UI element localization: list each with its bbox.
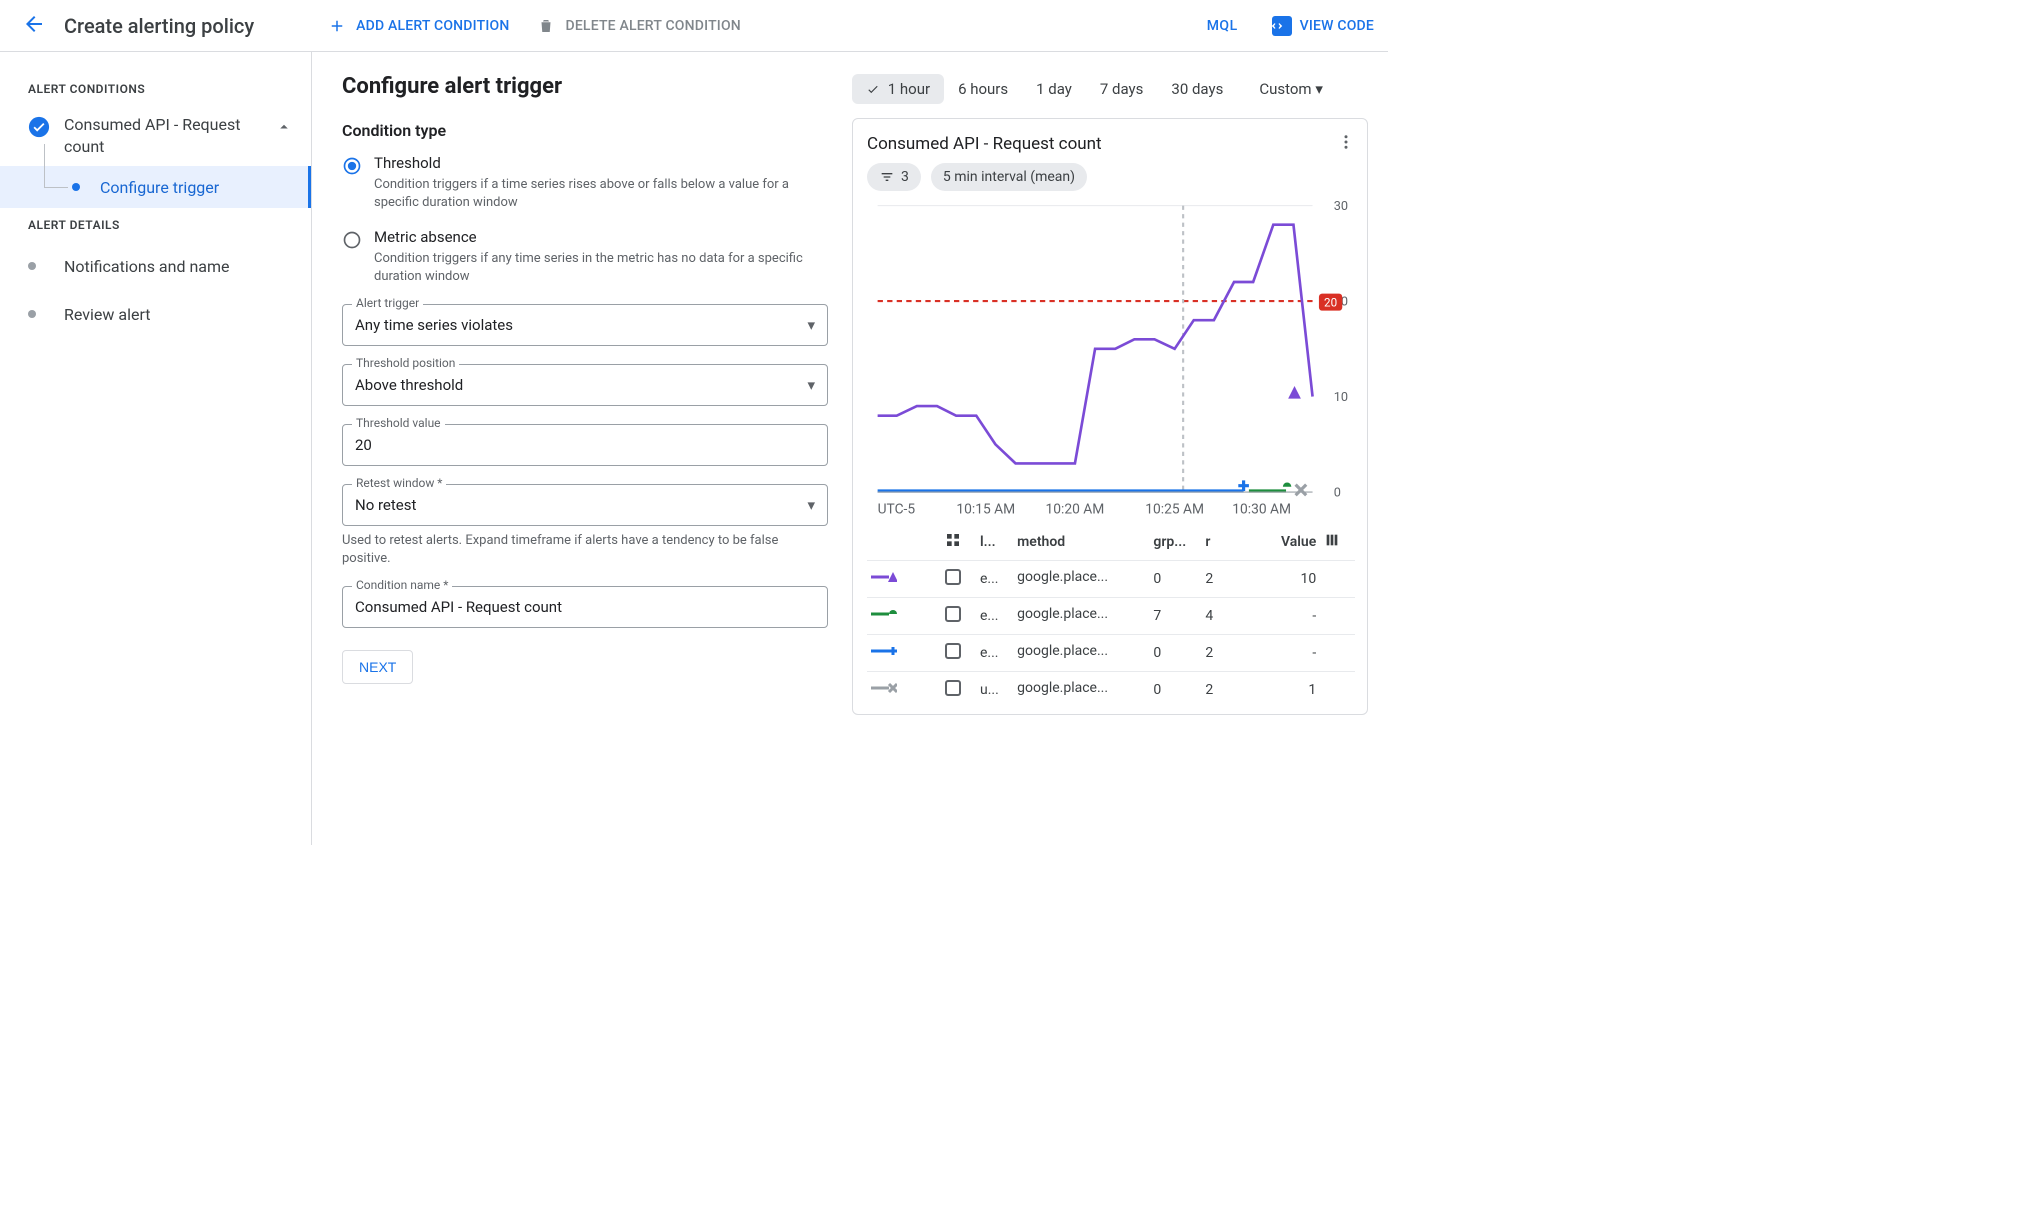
chart-panel: Consumed API - Request count 3 5 min int…	[852, 118, 1368, 715]
sidebar-item-review-alert[interactable]: Review alert	[0, 290, 311, 338]
add-alert-condition-button[interactable]: ADD ALERT CONDITION	[314, 9, 523, 43]
svg-text:10:25 AM: 10:25 AM	[1145, 501, 1204, 517]
series-table: l... method grp... r Value e...google.pl…	[867, 524, 1355, 708]
range-6-hours[interactable]: 6 hours	[944, 74, 1022, 104]
form-heading: Configure alert trigger	[342, 74, 828, 99]
alert-trigger-select[interactable]: Any time series violates ▾	[342, 304, 828, 346]
check-circle-icon	[28, 116, 50, 142]
chart-column: 1 hour 6 hours 1 day 7 days 30 days Cust…	[852, 74, 1368, 845]
series-marker-icon	[867, 560, 941, 597]
sidebar-item-notifications[interactable]: Notifications and name	[0, 242, 311, 290]
filter-pill[interactable]: 3	[867, 163, 921, 191]
sidebar: ALERT CONDITIONS Consumed API - Request …	[0, 52, 312, 845]
sidebar-subitem-configure-trigger[interactable]: Configure trigger	[0, 166, 311, 208]
back-arrow-icon	[22, 12, 46, 36]
series-marker-icon	[867, 597, 941, 634]
dot-icon	[72, 183, 80, 191]
sidebar-group-alert-details: ALERT DETAILS	[0, 208, 311, 242]
filter-icon	[879, 169, 895, 185]
condition-name-input[interactable]: Consumed API - Request count	[342, 586, 828, 628]
range-1-day[interactable]: 1 day	[1022, 74, 1086, 104]
row-checkbox[interactable]	[945, 680, 961, 696]
radio-threshold-desc: Condition triggers if a time series rise…	[374, 176, 828, 212]
range-7-days[interactable]: 7 days	[1086, 74, 1158, 104]
threshold-position-select[interactable]: Above threshold ▾	[342, 364, 828, 406]
table-row[interactable]: e...google.place...74-	[867, 597, 1355, 634]
kebab-icon	[1337, 133, 1355, 151]
retest-window-select[interactable]: No retest ▾	[342, 484, 828, 526]
back-button[interactable]	[22, 12, 46, 40]
condition-type-heading: Condition type	[342, 121, 828, 140]
radio-threshold[interactable]	[342, 156, 362, 180]
svg-text:10: 10	[1334, 390, 1348, 405]
sidebar-group-alert-conditions: ALERT CONDITIONS	[0, 72, 311, 106]
chevron-down-icon: ▾	[807, 316, 815, 334]
chart-area[interactable]: 30 20 10 0 20	[867, 195, 1355, 524]
plus-icon	[328, 17, 346, 35]
dot-icon	[28, 262, 36, 270]
radio-absence-desc: Condition triggers if any time series in…	[374, 250, 828, 286]
svg-text:UTC-5: UTC-5	[878, 501, 916, 517]
series-grey	[1296, 485, 1307, 496]
more-menu-button[interactable]	[1337, 133, 1355, 155]
grid-icon[interactable]	[945, 532, 961, 548]
time-range-selector: 1 hour 6 hours 1 day 7 days 30 days Cust…	[852, 74, 1368, 104]
svg-text:10:20 AM: 10:20 AM	[1046, 501, 1105, 517]
check-icon	[866, 82, 880, 96]
columns-icon[interactable]	[1324, 532, 1340, 548]
radio-absence-label: Metric absence	[374, 228, 828, 246]
range-1-hour[interactable]: 1 hour	[852, 74, 944, 104]
top-bar: Create alerting policy ADD ALERT CONDITI…	[0, 0, 1388, 52]
interval-pill[interactable]: 5 min interval (mean)	[931, 163, 1087, 191]
svg-text:10:15 AM: 10:15 AM	[956, 501, 1015, 517]
chevron-down-icon: ▾	[807, 376, 815, 394]
page-title: Create alerting policy	[64, 14, 254, 38]
sidebar-condition-item[interactable]: Consumed API - Request count	[0, 106, 311, 166]
threshold-value-input[interactable]: 20	[342, 424, 828, 466]
row-checkbox[interactable]	[945, 606, 961, 622]
mql-button[interactable]: MQL	[1207, 18, 1238, 34]
table-row[interactable]: e...google.place...0210	[867, 560, 1355, 597]
series-marker-icon	[867, 634, 941, 671]
radio-threshold-label: Threshold	[374, 154, 828, 172]
series-purple	[878, 225, 1313, 464]
radio-metric-absence[interactable]	[342, 230, 362, 254]
range-custom[interactable]: Custom ▾	[1245, 74, 1337, 104]
delete-alert-condition-button: DELETE ALERT CONDITION	[523, 9, 754, 43]
svg-text:0: 0	[1334, 485, 1341, 500]
chevron-down-icon: ▾	[807, 496, 815, 514]
svg-text:30: 30	[1334, 199, 1348, 214]
range-30-days[interactable]: 30 days	[1157, 74, 1237, 104]
code-icon	[1272, 16, 1292, 36]
dot-icon	[28, 310, 36, 318]
chevron-up-icon[interactable]	[265, 114, 303, 144]
retest-helper-text: Used to retest alerts. Expand timeframe …	[342, 532, 828, 568]
trash-icon	[537, 17, 555, 35]
table-header-row: l... method grp... r Value	[867, 524, 1355, 561]
svg-text:10:30 AM: 10:30 AM	[1232, 501, 1291, 517]
table-row[interactable]: u...google.place...021	[867, 671, 1355, 708]
threshold-badge: 20	[1324, 295, 1337, 309]
view-code-button[interactable]: VIEW CODE	[1258, 8, 1378, 44]
chart-title: Consumed API - Request count	[867, 134, 1102, 154]
series-marker-icon	[867, 671, 941, 708]
row-checkbox[interactable]	[945, 643, 961, 659]
form-column: Configure alert trigger Condition type T…	[342, 74, 852, 845]
table-row[interactable]: e...google.place...02-	[867, 634, 1355, 671]
next-button[interactable]: NEXT	[342, 650, 413, 684]
row-checkbox[interactable]	[945, 569, 961, 585]
chevron-down-icon: ▾	[1315, 80, 1323, 98]
